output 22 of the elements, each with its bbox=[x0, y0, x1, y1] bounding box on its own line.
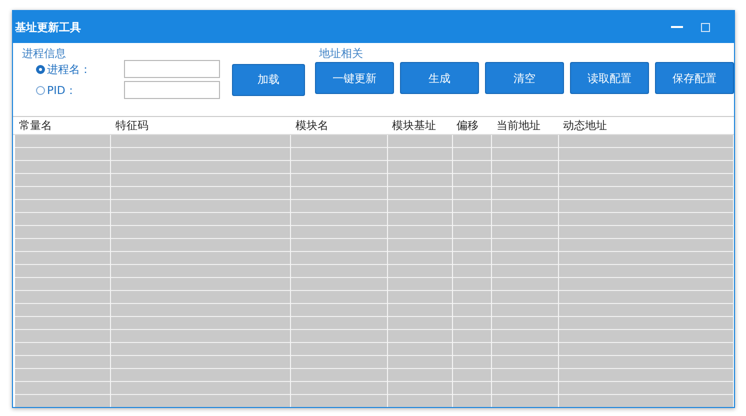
column-header[interactable]: 模块基址 bbox=[388, 118, 453, 133]
column-header[interactable]: 动态地址 bbox=[559, 118, 734, 133]
load-button[interactable]: 加载 bbox=[232, 64, 305, 96]
column-header[interactable]: 常量名 bbox=[15, 118, 112, 133]
column-header[interactable]: 当前地址 bbox=[492, 118, 560, 133]
radio-option[interactable]: 进程名： bbox=[36, 62, 124, 76]
group-title: 地址相关 bbox=[318, 47, 364, 60]
column-header[interactable]: 模块名 bbox=[291, 118, 388, 133]
action-button[interactable]: 生成 bbox=[400, 62, 479, 94]
window-title: 基址更新工具 bbox=[15, 20, 81, 34]
minimize-icon[interactable] bbox=[671, 25, 683, 29]
action-button[interactable]: 一键更新 bbox=[315, 62, 394, 94]
group-title: 进程信息 bbox=[22, 47, 67, 60]
input-field[interactable] bbox=[124, 60, 220, 78]
action-button[interactable]: 保存配置 bbox=[655, 62, 734, 94]
column-header[interactable]: 偏移 bbox=[452, 118, 492, 133]
column-header[interactable]: 特征码 bbox=[111, 118, 292, 133]
input-field[interactable] bbox=[124, 81, 220, 99]
action-button[interactable]: 读取配置 bbox=[570, 62, 649, 94]
action-button[interactable]: 清空 bbox=[485, 62, 564, 94]
maximize-icon[interactable] bbox=[701, 22, 710, 32]
radio-option[interactable]: PID： bbox=[36, 82, 124, 98]
